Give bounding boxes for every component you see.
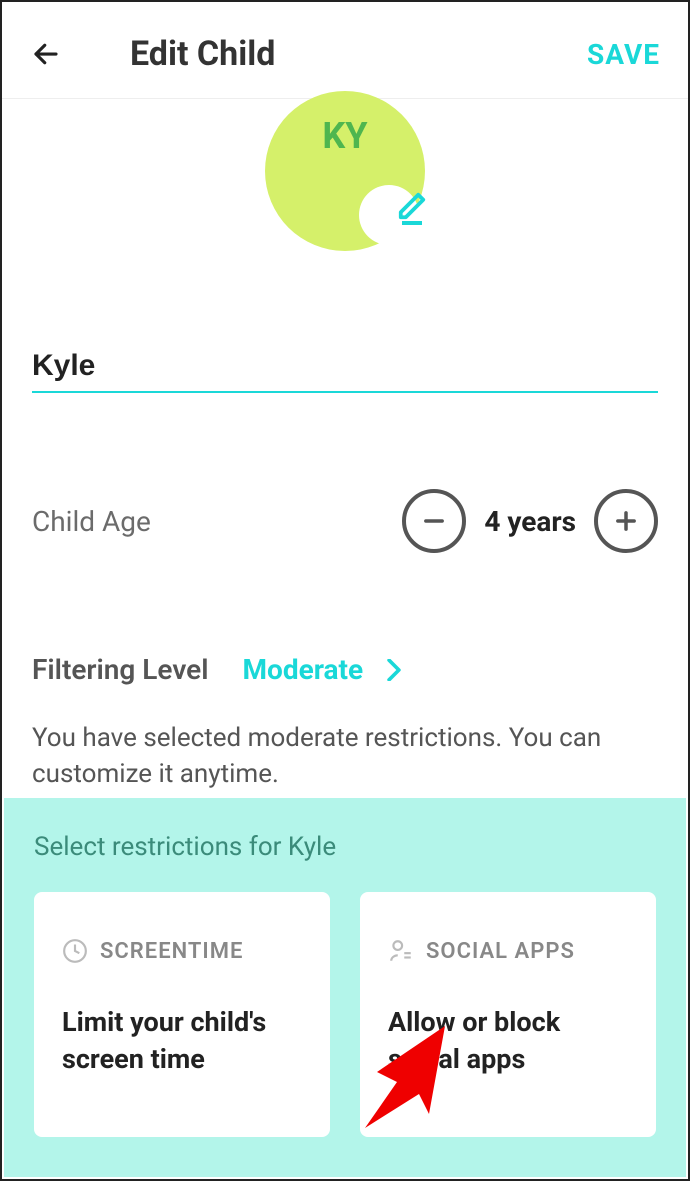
pencil-icon <box>397 191 427 221</box>
person-list-icon <box>388 938 414 964</box>
card-head: SOCIAL APPS <box>388 938 628 964</box>
card-head: SCREENTIME <box>62 938 302 964</box>
page-title: Edit Child <box>130 34 275 74</box>
save-button[interactable]: SAVE <box>587 38 660 71</box>
back-button[interactable] <box>30 38 62 70</box>
card-head-label: SOCIAL APPS <box>426 939 575 964</box>
header-bar: Edit Child SAVE <box>2 2 688 99</box>
restrictions-section: Select restrictions for Kyle SCREENTIME … <box>4 798 686 1177</box>
filtering-level-value: Moderate <box>243 653 364 686</box>
filtering-label: Filtering Level <box>32 653 209 686</box>
plus-icon <box>612 507 640 535</box>
child-name-input[interactable] <box>32 341 658 393</box>
restriction-cards: SCREENTIME Limit your child's screen tim… <box>34 892 656 1137</box>
filtering-level-button[interactable]: Moderate <box>243 653 402 686</box>
arrow-left-icon <box>31 39 61 69</box>
social-apps-card[interactable]: SOCIAL APPS Allow or block social apps <box>360 892 656 1137</box>
age-label: Child Age <box>32 505 151 538</box>
edit-avatar-button[interactable] <box>397 191 427 225</box>
minus-icon <box>420 507 448 535</box>
filtering-row: Filtering Level Moderate <box>32 653 658 686</box>
card-body-text: Limit your child's screen time <box>62 1004 302 1077</box>
avatar-section: KY <box>2 91 688 251</box>
age-stepper: 4 years <box>402 489 658 553</box>
avatar-initials: KY <box>322 115 367 157</box>
age-value: 4 years <box>484 505 576 538</box>
name-field <box>32 341 658 393</box>
avatar: KY <box>265 91 425 251</box>
restrictions-title: Select restrictions for Kyle <box>34 832 656 862</box>
card-body-text: Allow or block social apps <box>388 1004 628 1077</box>
screentime-card[interactable]: SCREENTIME Limit your child's screen tim… <box>34 892 330 1137</box>
age-row: Child Age 4 years <box>32 489 658 553</box>
age-increase-button[interactable] <box>594 489 658 553</box>
age-decrease-button[interactable] <box>402 489 466 553</box>
card-head-label: SCREENTIME <box>100 939 243 964</box>
filtering-description: You have selected moderate restrictions.… <box>32 720 658 793</box>
chevron-right-icon <box>387 659 401 681</box>
underline-icon <box>402 221 422 225</box>
clock-icon <box>62 938 88 964</box>
